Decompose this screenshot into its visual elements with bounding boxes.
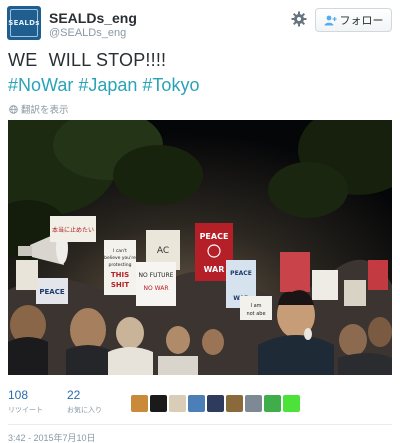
- sign-this-shit: I can't believe you're protesting THIS S…: [104, 240, 136, 295]
- timestamp[interactable]: 3:42 - 2015年7月10日: [8, 431, 96, 443]
- translate-link[interactable]: 翻訳を表示: [9, 102, 69, 116]
- sign-not-abe: I am not abe: [240, 296, 272, 320]
- retweet-stat[interactable]: 108 リツイート: [8, 388, 43, 415]
- tweet-card: SEALDs SEALDs_eng @SEALDs_eng フォロー WE WI…: [0, 0, 400, 443]
- avatar-logo: SEALDs: [8, 9, 39, 37]
- favoriter-avatar[interactable]: [245, 395, 262, 412]
- tweet-text-part1: WE: [8, 50, 38, 70]
- sign-no-future: NO FUTURE NO WAR: [136, 262, 176, 306]
- divider: [8, 424, 392, 425]
- sign-peace-left: PEACE: [36, 278, 68, 304]
- screen-name[interactable]: @SEALDs_eng: [49, 27, 126, 39]
- follow-button[interactable]: フォロー: [315, 8, 392, 32]
- favoriter-avatar[interactable]: [188, 395, 205, 412]
- svg-text:PEACE: PEACE: [230, 270, 252, 277]
- svg-text:AC: AC: [157, 246, 169, 256]
- svg-text:protesting: protesting: [109, 262, 132, 268]
- add-user-icon: [324, 15, 337, 25]
- follow-button-label: フォロー: [339, 15, 384, 27]
- display-name[interactable]: SEALDs_eng: [49, 10, 137, 26]
- tweet-text-part2: WILL STOP!!!!: [48, 50, 167, 70]
- tweet-stats: 108 リツイート 22 お気に入り: [8, 388, 126, 415]
- svg-text:SHIT: SHIT: [111, 281, 130, 289]
- svg-text:NO FUTURE: NO FUTURE: [139, 272, 174, 279]
- svg-text:NO WAR: NO WAR: [144, 285, 169, 292]
- protest-photo: 本当に止めたい AC PEACE WAR I can't believe you…: [8, 120, 392, 375]
- hashtag-list: #NoWar #Japan #Tokyo: [8, 75, 204, 96]
- svg-text:not abe: not abe: [246, 311, 265, 317]
- retweet-label: リツイート: [8, 407, 43, 414]
- globe-icon: [9, 104, 18, 114]
- favorite-label: お気に入り: [67, 407, 102, 414]
- avatar[interactable]: SEALDs: [7, 6, 41, 40]
- sign-1: 本当に止めたい: [50, 216, 96, 242]
- svg-text:I am: I am: [251, 303, 262, 309]
- tweet-photo[interactable]: 本当に止めたい AC PEACE WAR I can't believe you…: [8, 120, 392, 375]
- svg-text:THIS: THIS: [111, 271, 129, 279]
- favoriter-avatar[interactable]: [169, 395, 186, 412]
- favoriter-avatar[interactable]: [207, 395, 224, 412]
- gear-icon[interactable]: [291, 11, 307, 27]
- favoriter-avatar[interactable]: [283, 395, 300, 412]
- svg-text:本当に止めたい: 本当に止めたい: [52, 226, 94, 234]
- retweet-count: 108: [8, 388, 29, 402]
- favoriter-avatar[interactable]: [226, 395, 243, 412]
- favoriter-avatar[interactable]: [150, 395, 167, 412]
- tweet-text: WE WILL STOP!!!!: [8, 50, 166, 71]
- hashtag-nowar[interactable]: #NoWar: [8, 75, 73, 95]
- hashtag-tokyo[interactable]: #Tokyo: [142, 75, 199, 95]
- svg-text:I can't: I can't: [113, 248, 127, 254]
- favoriter-avatar[interactable]: [131, 395, 148, 412]
- svg-text:WAR: WAR: [204, 265, 225, 274]
- favoriter-avatar[interactable]: [264, 395, 281, 412]
- favoriter-avatars: [131, 395, 300, 412]
- svg-text:PEACE: PEACE: [39, 288, 64, 296]
- hashtag-japan[interactable]: #Japan: [78, 75, 137, 95]
- translate-label: 翻訳を表示: [21, 105, 69, 116]
- svg-text:believe you're: believe you're: [104, 255, 136, 261]
- favorite-count: 22: [67, 388, 81, 402]
- svg-text:PEACE: PEACE: [200, 232, 229, 241]
- favorite-stat[interactable]: 22 お気に入り: [67, 388, 102, 415]
